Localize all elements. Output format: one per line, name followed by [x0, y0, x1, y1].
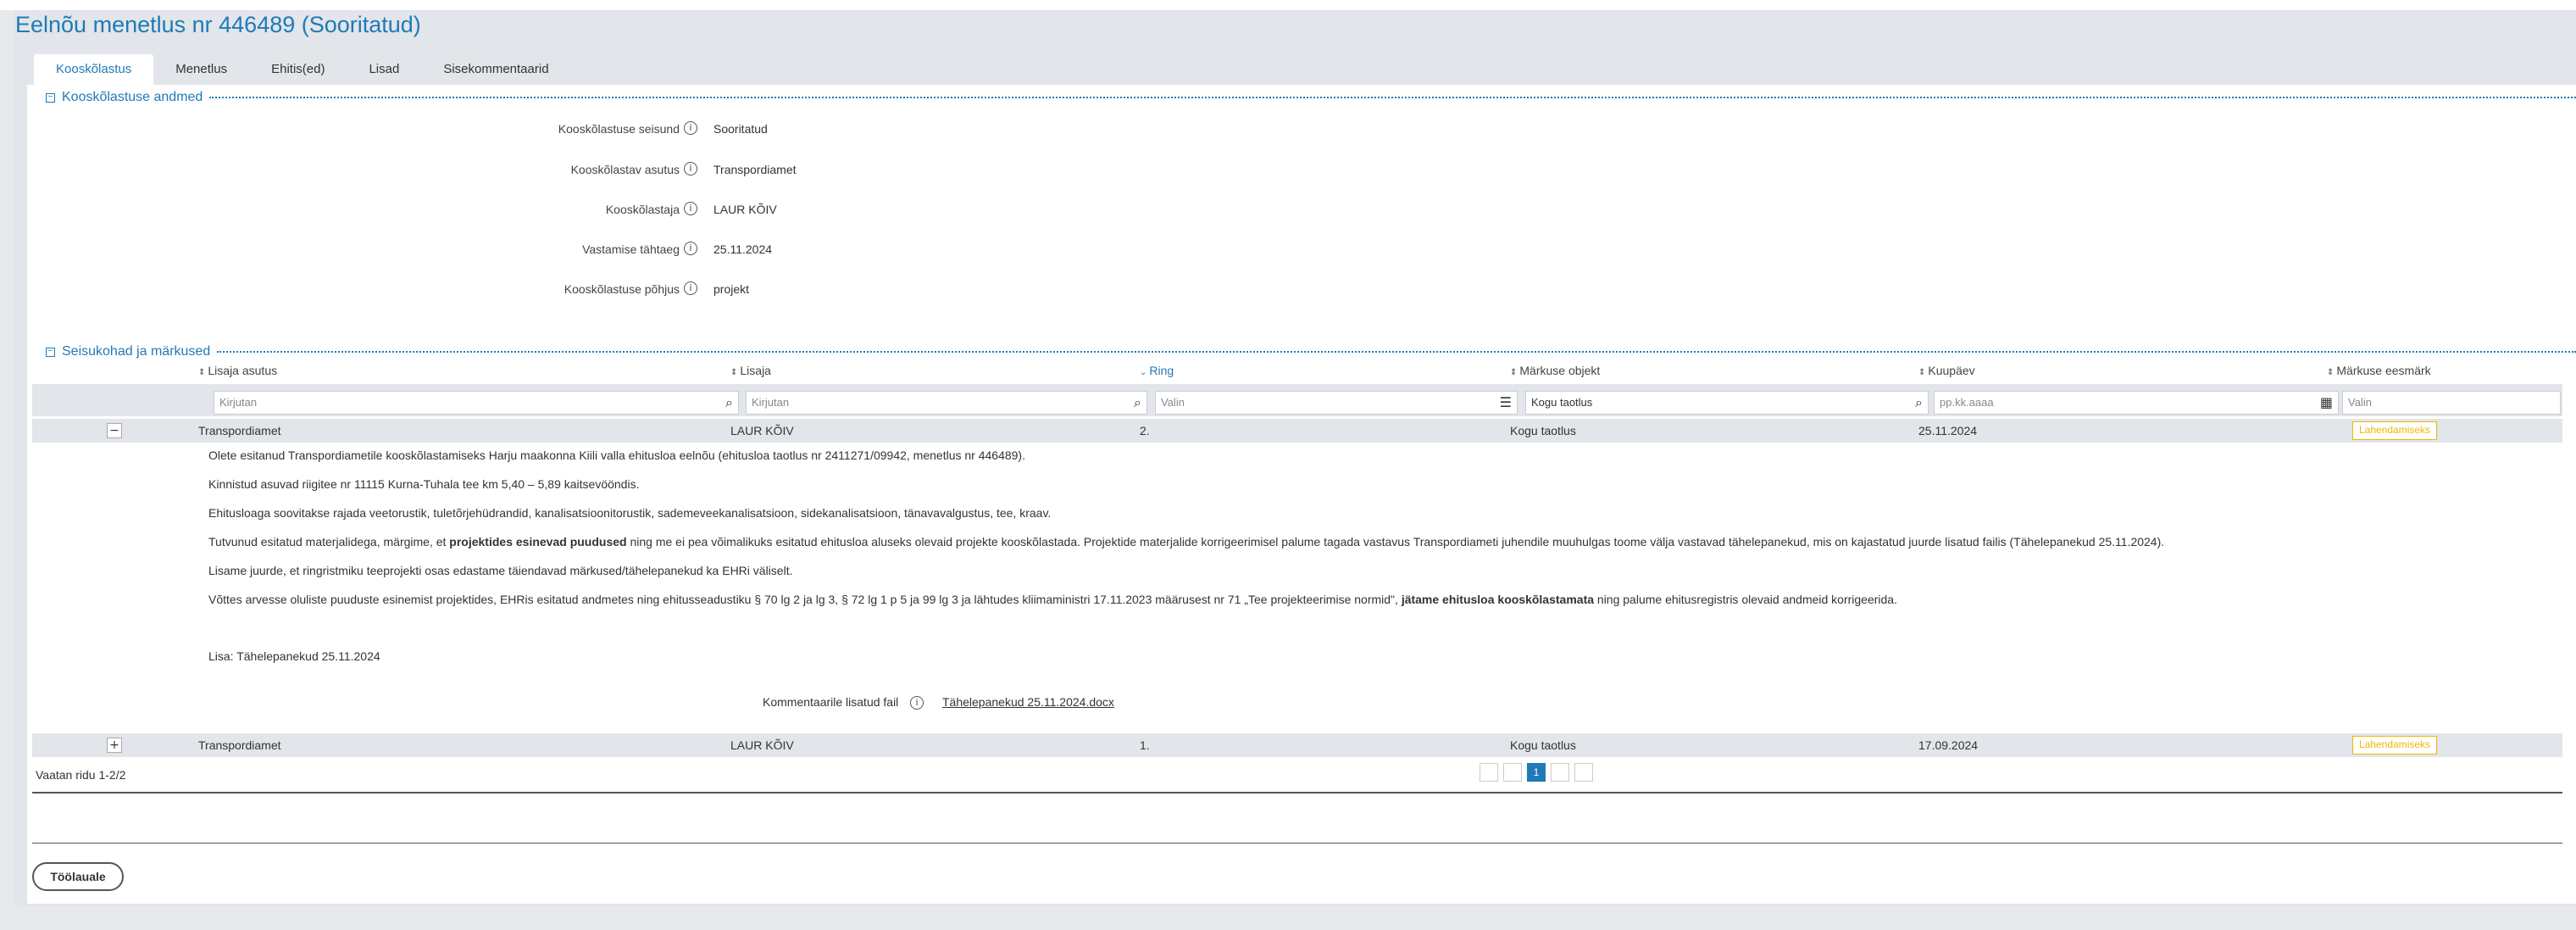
table-row[interactable]: − Transpordiamet LAUR KÕIV 2. Kogu taotl… [32, 419, 2562, 443]
info-icon[interactable]: i [910, 696, 924, 710]
pagination: 1 [1480, 763, 1593, 782]
prev-page-button[interactable] [1503, 763, 1522, 782]
cell-objekt: Kogu taotlus [1510, 424, 1576, 437]
table-bottom-divider [32, 792, 2562, 794]
sort-icon: ⇕ [2327, 368, 2334, 377]
detail-paragraph: Lisame juurde, et ringristmiku teeprojek… [208, 564, 793, 577]
column-header-markuse-eesmark[interactable]: ⇕ Märkuse eesmärk [2327, 364, 2431, 377]
cell-lisaja: LAUR KÕIV [730, 738, 794, 752]
cell-kuupaev: 25.11.2024 [1918, 424, 1978, 437]
table-layer: ⇕ Lisaja asutus ⇕ Lisaja ⌄ Ring ⇕ Märkuse ob… [14, 0, 2576, 930]
list-icon[interactable]: ☰ [1500, 394, 1512, 411]
cell-ring: 1. [1140, 738, 1150, 752]
calendar-icon[interactable]: ▦ [2320, 394, 2333, 411]
status-badge: Lahendamiseks [2352, 421, 2438, 440]
filter-lisaja[interactable]: Kirjutan ⌕ [746, 391, 1147, 415]
cell-ring: 2. [1140, 424, 1150, 437]
cell-kuupaev: 17.09.2024 [1918, 738, 1979, 752]
column-header-lisaja[interactable]: ⇕ Lisaja [730, 364, 771, 377]
first-page-button[interactable] [1480, 763, 1498, 782]
column-header-ring[interactable]: ⌄ Ring [1140, 364, 1174, 377]
filter-markuse-eesmark[interactable]: Valin [2342, 391, 2561, 415]
column-header-lisaja-asutus[interactable]: ⇕ Lisaja asutus [198, 364, 277, 377]
filter-ring[interactable]: Valin ☰ [1155, 391, 1518, 415]
search-icon[interactable]: ⌕ [1134, 394, 1141, 411]
attachment-label: Kommentaarile lisatud fail [763, 695, 899, 709]
filter-row: Kirjutan ⌕ Kirjutan ⌕ Valin ☰ Kogu taotlus ⌕… [32, 384, 2562, 416]
column-header-kuupaev[interactable]: ⇕ Kuupäev [1918, 364, 1975, 377]
sort-icon: ⇕ [730, 368, 738, 377]
attachment-file-link[interactable]: Tähelepanekud 25.11.2024.docx [942, 695, 1114, 709]
cell-objekt: Kogu taotlus [1510, 738, 1576, 752]
filter-kuupaev[interactable]: pp.kk.aaaa ▦ [1934, 391, 2339, 415]
detail-paragraph: Tutvunud esitatud materjalidega, märgime… [208, 535, 2165, 549]
detail-paragraph: Võttes arvesse oluliste puuduste esinemi… [208, 593, 1897, 606]
detail-paragraph: Ehitusloaga soovitakse rajada veetorusti… [208, 506, 1052, 520]
last-page-button[interactable] [1574, 763, 1593, 782]
back-to-dashboard-button[interactable]: Töölauale [32, 862, 124, 891]
search-icon[interactable]: ⌕ [725, 394, 733, 411]
status-badge: Lahendamiseks [2352, 736, 2438, 755]
collapse-row-icon[interactable]: − [107, 423, 122, 438]
page-button-current[interactable]: 1 [1527, 763, 1546, 782]
next-page-button[interactable] [1551, 763, 1569, 782]
table-row[interactable]: + Transpordiamet LAUR KÕIV 1. Kogu taotl… [32, 733, 2562, 757]
cell-asutus: Transpordiamet [198, 424, 281, 437]
sort-icon: ⇕ [1918, 368, 1926, 377]
chevron-down-icon: ⌄ [1140, 368, 1147, 377]
detail-paragraph: Olete esitanud Transpordiametile kooskõl… [208, 448, 1025, 462]
filter-markuse-objekt[interactable]: Kogu taotlus ⌕ [1525, 391, 1929, 415]
cell-lisaja: LAUR KÕIV [730, 424, 794, 437]
expand-row-icon[interactable]: + [107, 738, 122, 753]
search-icon[interactable]: ⌕ [1915, 394, 1923, 411]
detail-paragraph: Kinnistud asuvad riigitee nr 11115 Kurna… [208, 477, 640, 491]
cell-asutus: Transpordiamet [198, 738, 281, 752]
detail-lisa: Lisa: Tähelepanekud 25.11.2024 [208, 649, 380, 663]
sort-icon: ⇕ [1510, 368, 1518, 377]
footer-divider [32, 843, 2562, 844]
rows-count-text: Vaatan ridu 1-2/2 [36, 768, 126, 782]
column-header-markuse-objekt[interactable]: ⇕ Märkuse objekt [1510, 364, 1600, 377]
filter-lisaja-asutus[interactable]: Kirjutan ⌕ [214, 391, 739, 415]
sort-icon: ⇕ [198, 368, 206, 377]
